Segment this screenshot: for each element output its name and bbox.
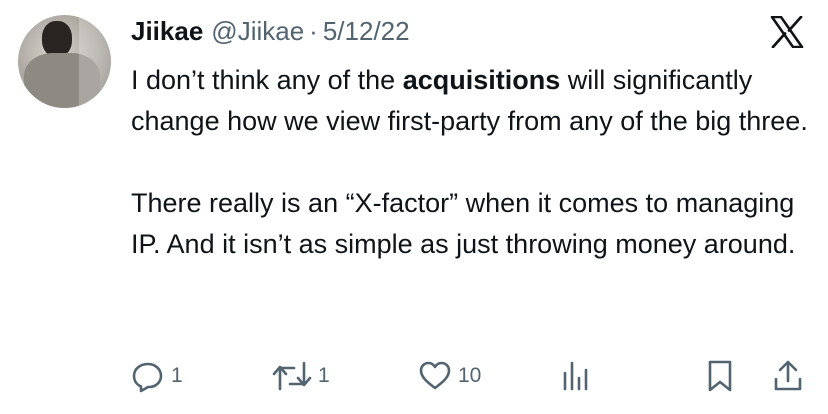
like-button[interactable]: 10 [418, 358, 481, 394]
tweet-date[interactable]: 5/12/22 [323, 14, 410, 48]
views-icon [561, 359, 591, 393]
tweet-paragraph-2: There really is an “X-factor” when it co… [131, 188, 796, 259]
reply-button[interactable]: 1 [131, 358, 183, 394]
bookmark-icon [706, 359, 734, 393]
share-icon [772, 359, 804, 393]
bookmark-button[interactable] [706, 358, 734, 394]
heart-icon [418, 359, 452, 393]
share-button[interactable] [772, 358, 804, 394]
repost-button[interactable]: 1 [272, 358, 330, 394]
paragraph-1-bold: acquisitions [402, 65, 561, 95]
author-handle[interactable]: @Jiikae [211, 14, 304, 48]
avatar[interactable] [18, 15, 111, 108]
author-name[interactable]: Jiikae [131, 14, 203, 48]
tweet-header: Jiikae @Jiikae · 5/12/22 [131, 14, 410, 48]
views-button[interactable] [561, 358, 591, 394]
tweet-text: I don’t think any of the acquisitions wi… [131, 60, 811, 265]
action-bar: 1 1 10 [0, 358, 828, 394]
reply-icon [131, 359, 165, 393]
repost-icon [272, 359, 312, 393]
tweet-paragraph-1: I don’t think any of the acquisitions wi… [131, 60, 811, 142]
reply-count: 1 [171, 364, 183, 387]
x-logo-icon[interactable] [770, 15, 804, 49]
repost-count: 1 [318, 364, 330, 387]
paragraph-1-start: I don’t think any of the [131, 65, 403, 95]
avatar-shade [79, 15, 111, 108]
like-count: 10 [458, 364, 482, 387]
avatar-head [42, 21, 72, 57]
header-separator: · [309, 16, 318, 46]
